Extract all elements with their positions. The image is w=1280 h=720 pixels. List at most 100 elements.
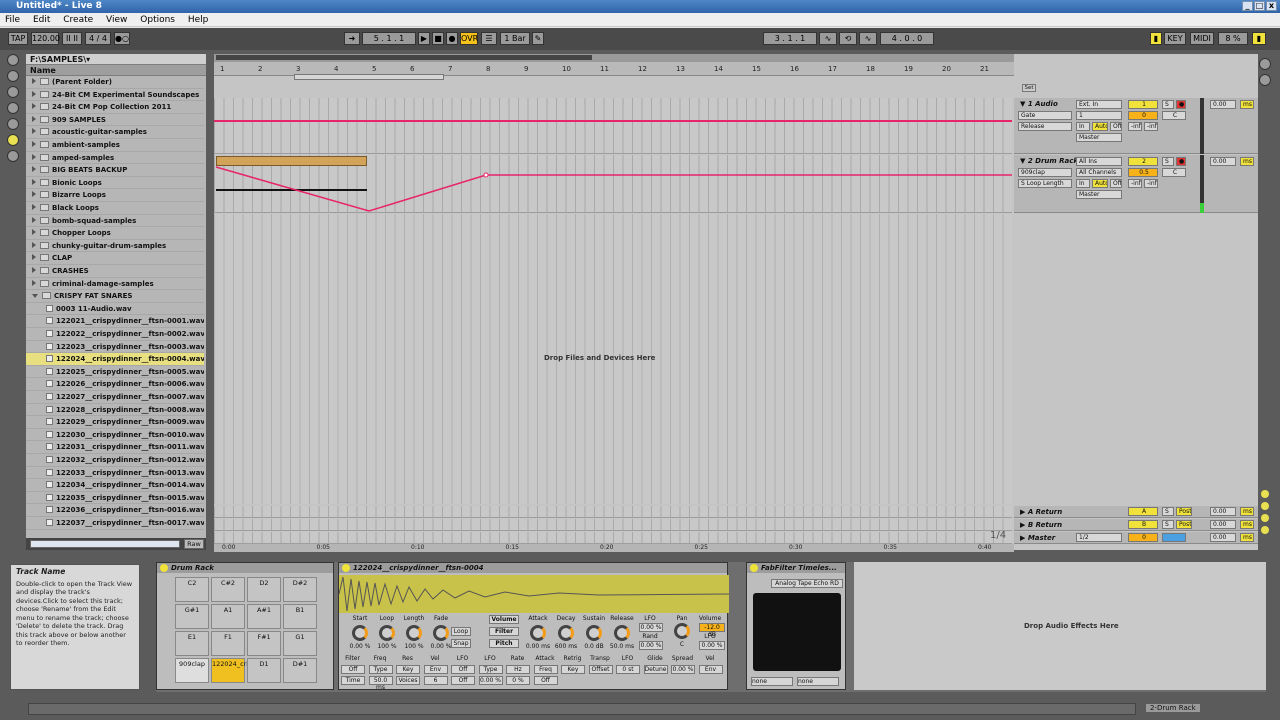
return-name-a[interactable]: ▶ A Return xyxy=(1020,508,1062,516)
expand-closed-icon[interactable] xyxy=(32,279,36,286)
drum-pad[interactable]: 909clap xyxy=(175,658,209,683)
bottom-param-value[interactable]: Key xyxy=(396,665,420,674)
plugin-browser-icon[interactable] xyxy=(7,86,19,98)
metronome-icon[interactable]: ●○ xyxy=(114,32,130,45)
drum-pad[interactable]: E1 xyxy=(175,631,209,656)
file-browser-3-icon[interactable] xyxy=(7,134,19,146)
expand-closed-icon[interactable] xyxy=(32,254,36,261)
io-toggle-icon[interactable] xyxy=(1261,490,1269,498)
volume-lfo-value[interactable]: 0.00 % xyxy=(699,641,725,650)
overdub-button[interactable]: OVR xyxy=(460,32,478,45)
monitor-off-2[interactable]: Off xyxy=(1110,179,1122,188)
output-2[interactable]: Master xyxy=(1076,190,1122,199)
track-lane-1-audio[interactable] xyxy=(214,98,1012,154)
menu-file[interactable]: File xyxy=(0,13,25,27)
minimize-button[interactable]: _ xyxy=(1242,1,1253,11)
master-lane[interactable] xyxy=(214,532,1012,544)
simpler-title[interactable]: 122024__crispydinner__ftsn-0004 xyxy=(339,563,727,573)
key-map-button[interactable]: KEY xyxy=(1164,32,1186,45)
fabfilter-preset[interactable]: Analog Tape Echo RD xyxy=(771,579,843,588)
bottom-param-value[interactable]: Offset xyxy=(588,665,613,674)
master-pan-icon[interactable] xyxy=(1162,533,1186,542)
bottom-param-value[interactable]: Env xyxy=(698,665,723,674)
drum-pad[interactable]: A1 xyxy=(211,604,245,629)
volume-1[interactable]: -inf xyxy=(1128,122,1142,131)
master-name[interactable]: ▶ Master xyxy=(1020,534,1055,542)
return-header-a[interactable]: ▶ A Return A S Post 0.00 ms xyxy=(1014,506,1258,518)
automation-param-1[interactable]: Release xyxy=(1018,122,1072,131)
bottom-param-value[interactable]: 0.00 % xyxy=(671,665,695,674)
bottom-param-value[interactable]: Off xyxy=(341,665,365,674)
envelope-knob[interactable] xyxy=(530,625,546,641)
follow-icon[interactable]: ➜ xyxy=(344,32,360,45)
drum-rack-title[interactable]: Drum Rack xyxy=(157,563,333,573)
fabfilter-display[interactable] xyxy=(753,593,841,671)
envelope-knob[interactable] xyxy=(586,625,602,641)
browser-toggle-icon[interactable] xyxy=(7,54,19,66)
expand-open-icon[interactable] xyxy=(32,294,38,299)
browser-file-item[interactable]: 122026__crispydinner__ftsn-0006.wav xyxy=(26,378,204,391)
drum-pad[interactable]: D#2 xyxy=(283,577,317,602)
mixer-toggle-icon[interactable] xyxy=(1261,526,1269,534)
input-channel-1[interactable]: 1 xyxy=(1076,111,1122,120)
browser-file-item[interactable]: 122021__crispydinner__ftsn-0001.wav xyxy=(26,315,204,328)
sample-knob[interactable] xyxy=(379,625,395,641)
punch-out-icon[interactable]: ∿ xyxy=(859,32,877,45)
browser-file-item[interactable]: 122022__crispydinner__ftsn-0002.wav xyxy=(26,328,204,341)
bottom-param-value[interactable]: Type xyxy=(368,665,393,674)
return-activator-a[interactable]: A xyxy=(1128,507,1158,516)
send-2[interactable]: 0.5 xyxy=(1128,168,1158,177)
volume-value[interactable]: -12.0 dB xyxy=(699,623,725,638)
volume-2[interactable]: -inf xyxy=(1128,179,1142,188)
loop-length-field[interactable]: 4 . 0 . 0 xyxy=(880,32,934,45)
browser-file-item[interactable]: 0003 11-Audio.wav xyxy=(26,303,204,316)
browser-file-item[interactable]: 122032__crispydinner__ftsn-0012.wav xyxy=(26,454,204,467)
expand-closed-icon[interactable] xyxy=(32,128,36,135)
envelope-knob[interactable] xyxy=(558,625,574,641)
expand-closed-icon[interactable] xyxy=(32,204,36,210)
browser-folder-item[interactable]: Bizarre Loops xyxy=(26,189,204,202)
macro-slot-2[interactable]: none xyxy=(797,677,839,686)
pan-knob[interactable] xyxy=(674,623,690,639)
browser-file-item[interactable]: 122035__crispydinner__ftsn-0015.wav xyxy=(26,492,204,505)
return-lane-a[interactable] xyxy=(214,506,1012,518)
menu-view[interactable]: View xyxy=(101,13,132,27)
browser-folder-item[interactable]: amped-samples xyxy=(26,152,204,165)
tap-button[interactable]: TAP xyxy=(8,32,28,45)
expand-closed-icon[interactable] xyxy=(32,191,36,198)
bottom-param-value[interactable]: Off xyxy=(533,676,558,685)
expand-closed-icon[interactable] xyxy=(32,241,36,248)
audio-effects-drop-zone[interactable]: Drop Audio Effects Here xyxy=(854,562,1266,690)
monitor-auto-2[interactable]: Auto xyxy=(1092,179,1108,188)
browser-folder-item[interactable]: chunky-guitar-drum-samples xyxy=(26,240,204,253)
track-name-2[interactable]: ▼ 2 Drum Rack xyxy=(1020,157,1078,165)
empty-track-area[interactable]: Drop Files and Devices Here xyxy=(214,214,1012,504)
bottom-param-value[interactable]: Detune xyxy=(643,665,668,674)
song-position[interactable]: 5 . 1 . 1 xyxy=(362,32,416,45)
play-icon[interactable]: ▶ xyxy=(418,32,430,45)
automation-envelope[interactable] xyxy=(214,155,1012,213)
envelope-knob[interactable] xyxy=(614,625,630,641)
browser-folder-item[interactable]: 24-Bit CM Experimental Soundscapes xyxy=(26,89,204,102)
master-header[interactable]: ▶ Master 1/2 0 0.00 ms xyxy=(1014,532,1258,544)
drum-rack-device[interactable]: Drum Rack C2 C#2 D2 D#2 G#1 A1 A#1 B1 E1 F1 F#1 G1 9… xyxy=(156,562,334,690)
menu-options[interactable]: Options xyxy=(135,13,180,27)
return-post-a[interactable]: Post xyxy=(1176,507,1192,516)
fabfilter-device[interactable]: FabFilter Timeles... Analog Tape Echo RD… xyxy=(746,562,846,690)
bottom-param-value[interactable]: Voices xyxy=(396,676,420,685)
maximize-button[interactable]: □ xyxy=(1254,1,1265,11)
track-lane-2-drum-rack[interactable] xyxy=(214,155,1012,213)
sample-knob[interactable] xyxy=(433,625,449,641)
nudge-buttons[interactable]: II II xyxy=(62,32,82,45)
simpler-device[interactable]: 122024__crispydinner__ftsn-0004 Loop Sna… xyxy=(338,562,729,691)
drum-pad[interactable]: F#1 xyxy=(247,631,281,656)
arm-button-2[interactable]: ● xyxy=(1176,157,1186,166)
bottom-param-value[interactable]: Off xyxy=(451,665,475,674)
filter-tab[interactable]: Filter xyxy=(489,627,519,636)
drum-pad[interactable]: G1 xyxy=(283,631,317,656)
expand-closed-icon[interactable] xyxy=(32,229,36,236)
time-ruler[interactable]: 0:00 0:05 0:10 0:15 0:20 0:25 0:30 0:35 0:40 xyxy=(214,544,1014,552)
browser-folder-item[interactable]: Black Loops xyxy=(26,202,204,215)
sample-knob[interactable] xyxy=(352,625,368,641)
pitch-tab[interactable]: Pitch xyxy=(489,639,519,648)
